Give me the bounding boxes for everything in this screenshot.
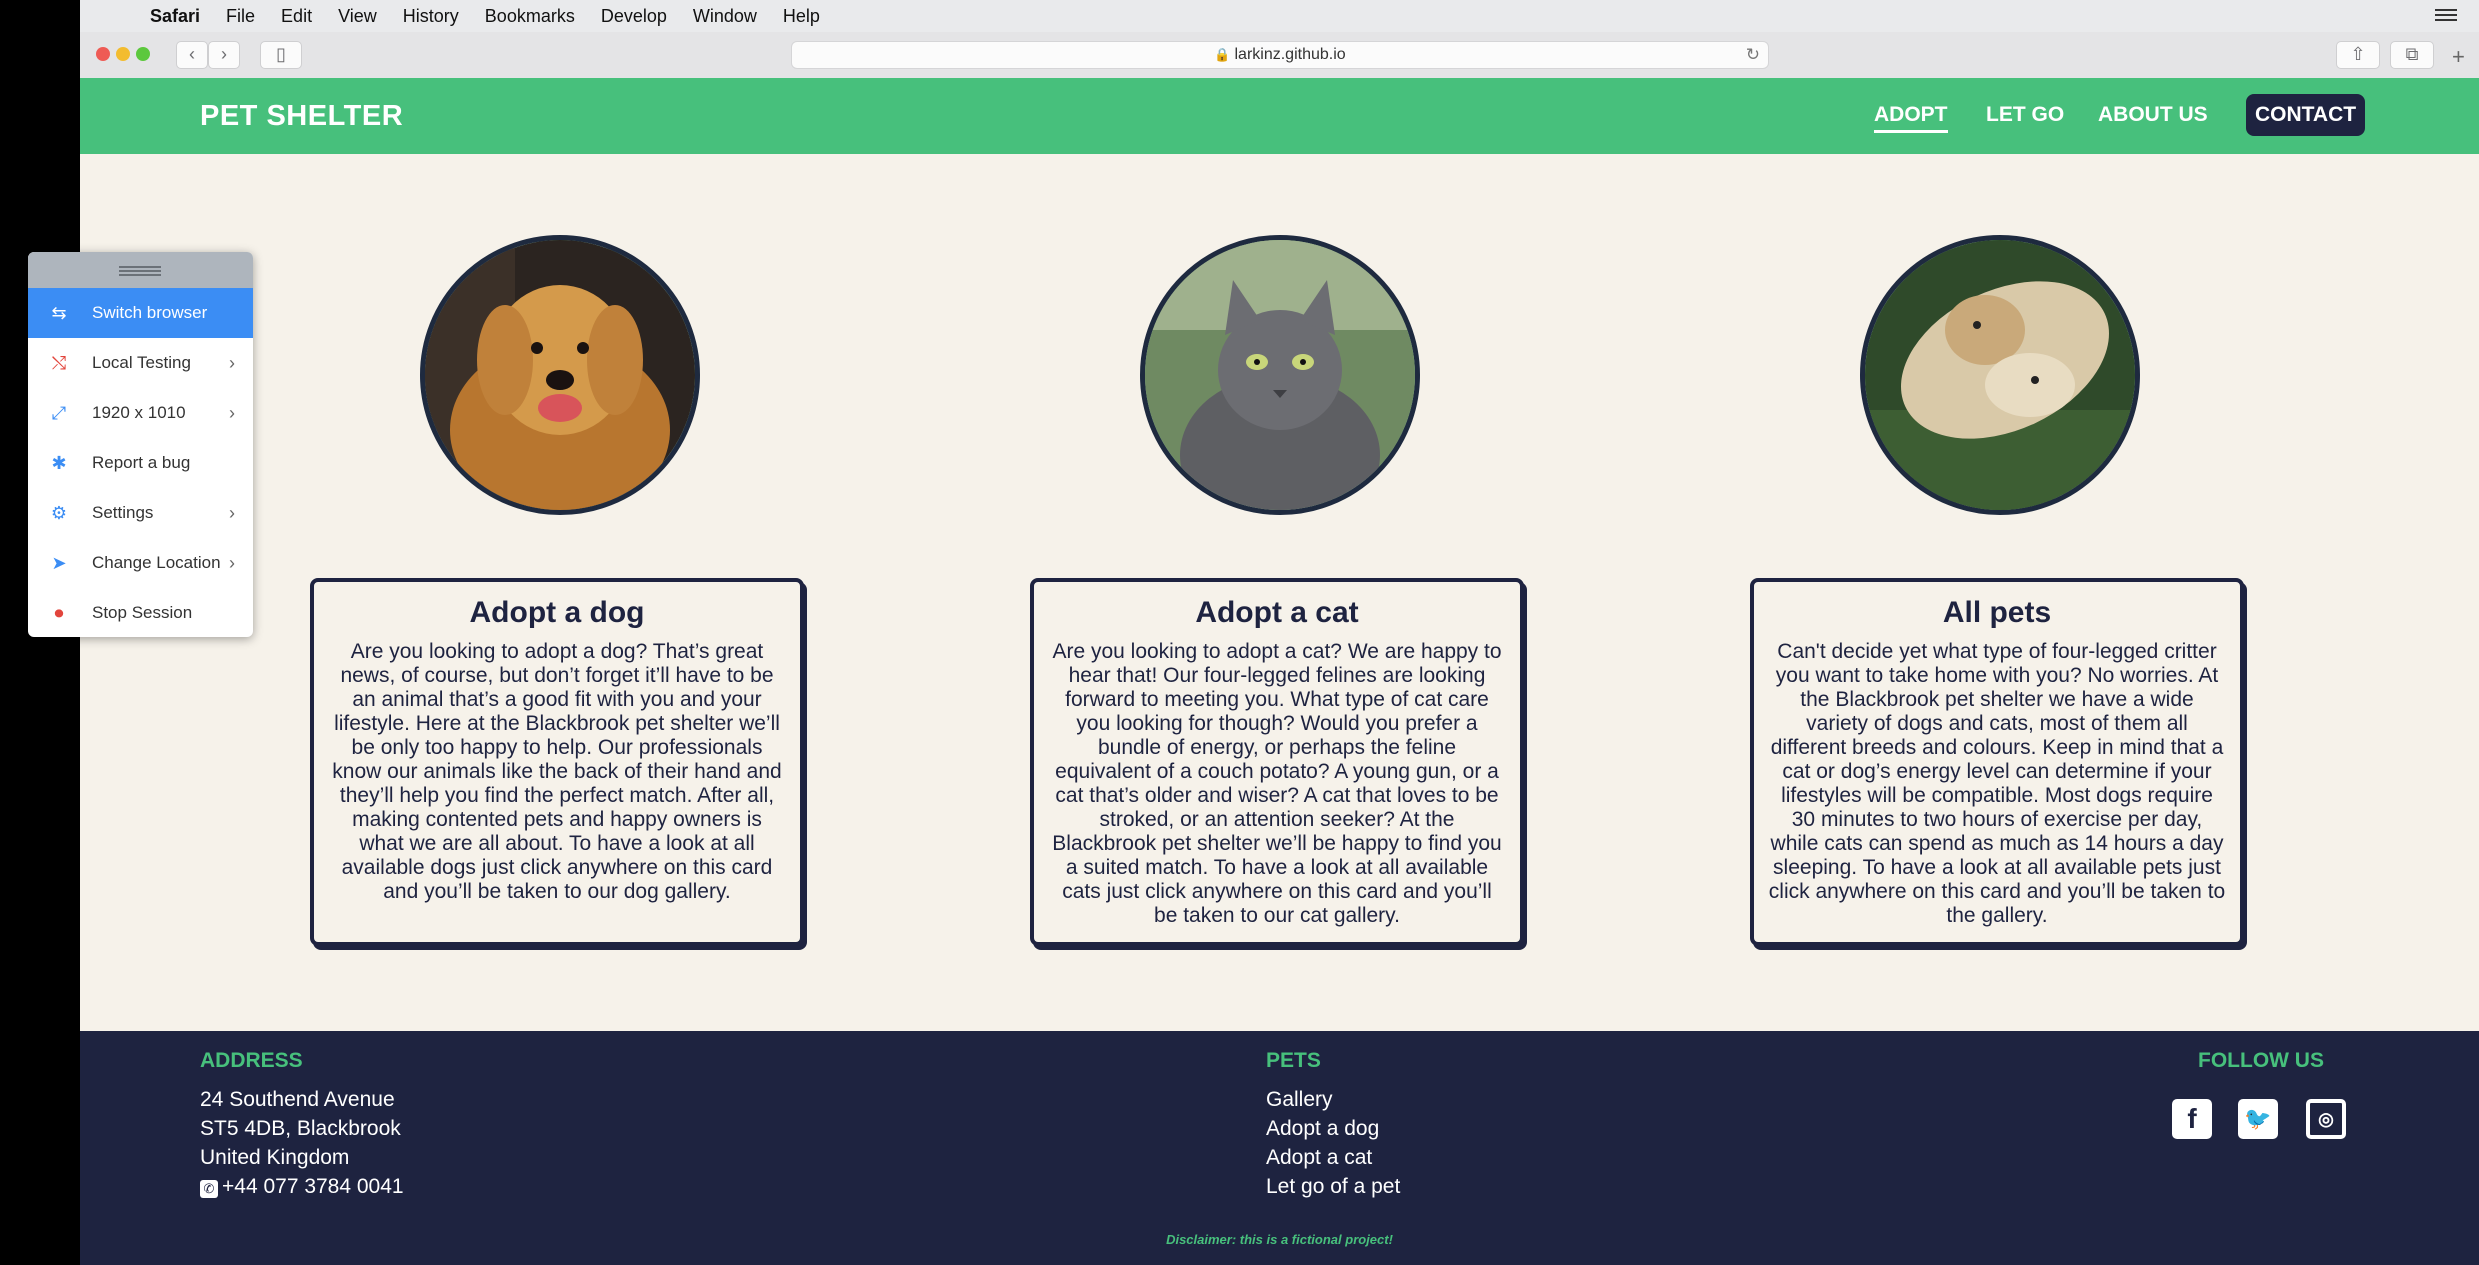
url-text: larkinz.github.io [1234,46,1346,63]
stop-session-item[interactable]: ⏺ Stop Session [28,588,253,637]
new-tab-button[interactable]: + [2452,44,2465,70]
pets-photo[interactable] [1860,235,2140,515]
nav-adopt[interactable]: ADOPT [1874,103,1948,133]
address-bar[interactable]: 🔒 larkinz.github.io ↻ [791,41,1769,69]
report-bug-item[interactable]: ✱ Report a bug [28,438,253,488]
menu-develop[interactable]: Develop [601,6,667,27]
phone-line: ✆ +44 077 3784 0041 [200,1175,404,1199]
cat-illustration [1145,240,1415,510]
pets-heading: PETS [1266,1049,1321,1072]
web-page: PET SHELTER ADOPT LET GO ABOUT US CONTAC… [80,78,2479,1265]
minimize-window-button[interactable] [116,47,130,61]
item-label: 1920 x 1010 [92,403,186,422]
twitter-icon[interactable]: 🐦 [2238,1099,2278,1139]
address-line: ST5 4DB, Blackbrook [200,1117,401,1140]
sidebar-toggle-button[interactable]: ▯ [260,41,302,69]
pets-illustration [1865,240,2135,510]
card-title: Adopt a cat [1195,596,1359,629]
session-panel: ⇆ Switch browser ⤭ Local Testing › ⤢ 192… [28,252,253,637]
item-label: Report a bug [92,453,191,472]
menu-view[interactable]: View [338,6,377,27]
card-text: Can't decide yet what type of four-legge… [1768,640,2226,927]
browser-toolbar: ‹ › ▯ 🔒 larkinz.github.io ↻ ⇧ ⧉ + [80,32,2479,79]
back-button[interactable]: ‹ [176,41,208,69]
site-footer: ADDRESS 24 Southend Avenue ST5 4DB, Blac… [80,1031,2479,1265]
item-label: Settings [92,503,154,522]
menu-history[interactable]: History [403,6,459,27]
menu-safari[interactable]: Safari [150,6,200,27]
lock-icon: 🔒 [1214,47,1231,62]
item-label: Stop Session [92,603,193,622]
instagram-icon[interactable]: ◎ [2306,1099,2346,1139]
close-window-button[interactable] [96,47,110,61]
zoom-window-button[interactable] [136,47,150,61]
address-line: 24 Southend Avenue [200,1088,395,1111]
gear-icon: ⚙ [50,503,68,523]
address-line: United Kingdom [200,1146,350,1169]
resize-icon: ⤢ [51,403,67,423]
card-title: Adopt a dog [469,596,645,629]
site-header: PET SHELTER ADOPT LET GO ABOUT US CONTAC… [80,78,2479,154]
card-title: All pets [1942,596,2052,629]
dog-photo[interactable] [420,235,700,515]
local-testing-icon: ⤭ [51,353,67,373]
item-label: Change Location [92,553,221,572]
phone-icon: ✆ [200,1180,218,1198]
facebook-icon[interactable]: f [2172,1099,2212,1139]
chevron-right-icon: › [229,403,235,423]
nav-contact[interactable]: CONTACT [2246,94,2366,136]
resolution-item[interactable]: ⤢ 1920 x 1010 › [28,388,253,438]
adopt-dog-card[interactable]: Adopt a dog Are you looking to adopt a d… [310,578,804,946]
nav-let-go[interactable]: LET GO [1986,103,2064,127]
reload-icon[interactable]: ↻ [1746,42,1760,68]
nav-about-us[interactable]: ABOUT US [2098,103,2208,127]
panel-drag-handle[interactable] [28,252,253,288]
menu-window[interactable]: Window [693,6,757,27]
chevron-right-icon: › [229,353,235,373]
switch-browser-item[interactable]: ⇆ Switch browser [28,288,253,338]
all-pets-card[interactable]: All pets Can't decide yet what type of f… [1750,578,2244,946]
phone-number: +44 077 3784 0041 [222,1175,404,1198]
follow-heading: FOLLOW US [2198,1049,2324,1072]
stop-icon: ⏺ [54,603,64,623]
item-label: Local Testing [92,353,191,372]
footer-link-adopt-dog[interactable]: Adopt a dog [1266,1117,1379,1141]
cat-photo[interactable] [1140,235,1420,515]
adopt-cat-card[interactable]: Adopt a cat Are you looking to adopt a c… [1030,578,1524,946]
footer-link-gallery[interactable]: Gallery [1266,1088,1333,1112]
menu-help[interactable]: Help [783,6,820,27]
bug-icon: ✱ [51,453,67,473]
location-icon: ➤ [51,553,67,573]
disclaimer: Disclaimer: this is a fictional project! [1166,1232,1393,1247]
switch-icon: ⇆ [51,303,67,323]
menu-edit[interactable]: Edit [281,6,312,27]
local-testing-item[interactable]: ⤭ Local Testing › [28,338,253,388]
chevron-right-icon: › [229,503,235,523]
item-label: Switch browser [92,303,208,322]
settings-item[interactable]: ⚙ Settings › [28,488,253,538]
footer-link-adopt-cat[interactable]: Adopt a cat [1266,1146,1372,1170]
address-heading: ADDRESS [200,1049,303,1072]
share-button[interactable]: ⇧ [2336,41,2380,69]
menu-bookmarks[interactable]: Bookmarks [485,6,575,27]
dog-illustration [425,240,695,510]
macos-menubar: Safari File Edit View History Bookmarks … [80,0,2479,32]
change-location-item[interactable]: ➤ Change Location › [28,538,253,588]
card-text: Are you looking to adopt a cat? We are h… [1052,640,1502,927]
footer-link-let-go[interactable]: Let go of a pet [1266,1175,1400,1199]
forward-button[interactable]: › [208,41,240,69]
list-menu-icon[interactable] [2435,6,2457,24]
chevron-right-icon: › [229,553,235,573]
menu-file[interactable]: File [226,6,255,27]
tabs-overview-button[interactable]: ⧉ [2390,41,2434,69]
site-logo[interactable]: PET SHELTER [200,100,403,133]
card-text: Are you looking to adopt a dog? That’s g… [332,640,782,903]
